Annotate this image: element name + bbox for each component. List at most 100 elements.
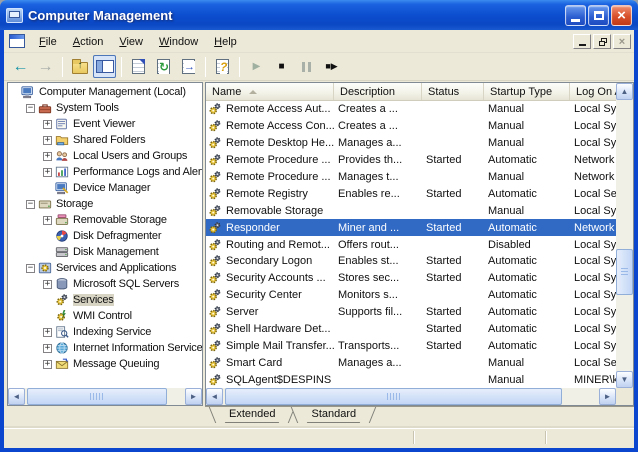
tree-expander-icon[interactable]: +	[43, 216, 52, 225]
tree-item[interactable]: + Message Queuing	[8, 356, 202, 372]
minimize-button[interactable]	[565, 5, 586, 26]
view-tab[interactable]: Extended	[217, 407, 287, 423]
Security Accounts ...[interactable]: Security Accounts ... Stores sec... Star…	[206, 270, 616, 287]
tree-expander-icon[interactable]: −	[26, 264, 35, 273]
maximize-button[interactable]	[588, 5, 609, 26]
Remote Procedure ...[interactable]: Remote Procedure ... Manages t... Manual…	[206, 169, 616, 186]
tree-expander-icon[interactable]: +	[43, 152, 52, 161]
tree-item[interactable]: Disk Defragmenter	[8, 228, 202, 244]
tree-item[interactable]: Services	[8, 292, 202, 308]
menu-item[interactable]: Window	[151, 33, 206, 51]
startup-type-cell: Manual	[484, 357, 570, 369]
Remote Access Con...[interactable]: Remote Access Con... Creates a ... Manua…	[206, 118, 616, 135]
pause-service-button[interactable]	[295, 55, 318, 78]
back-button[interactable]: ←	[9, 55, 32, 78]
tree-item[interactable]: WMI Control	[8, 308, 202, 324]
tree-expander-icon[interactable]: +	[43, 120, 52, 129]
tree-item[interactable]: + Shared Folders	[8, 132, 202, 148]
Secondary Logon[interactable]: Secondary Logon Enables st... Started Au…	[206, 253, 616, 270]
view-tab[interactable]: Standard	[299, 407, 368, 423]
scrollbar-thumb[interactable]	[27, 388, 167, 405]
column-header[interactable]: Description	[334, 83, 422, 100]
scroll-down-button[interactable]: ▼	[616, 371, 633, 388]
tree-expander-icon[interactable]: −	[26, 200, 35, 209]
scroll-left-button[interactable]: ◄	[206, 388, 223, 405]
menu-item[interactable]: Action	[65, 33, 112, 51]
console-window-icon[interactable]	[9, 34, 25, 48]
tree-horizontal-scrollbar[interactable]: ◄ ►	[8, 388, 202, 405]
Remote Procedure ...[interactable]: Remote Procedure ... Provides th... Star…	[206, 152, 616, 169]
tree-expander-icon[interactable]: +	[43, 360, 52, 369]
export-list-button[interactable]	[177, 55, 200, 78]
tree-item[interactable]: + Microsoft SQL Servers	[8, 276, 202, 292]
child-minimize-button[interactable]	[573, 34, 591, 49]
tree-item[interactable]: + Event Viewer	[8, 116, 202, 132]
tree-expander-icon[interactable]: +	[43, 136, 52, 145]
SQLAgent$DESPINS[interactable]: SQLAgent$DESPINS Manual MINER\ki	[206, 371, 616, 388]
forward-button[interactable]: →	[34, 55, 57, 78]
column-header[interactable]: Startup Type	[484, 83, 570, 100]
Smart Card[interactable]: Smart Card Manages a... Manual Local Ser	[206, 354, 616, 371]
menu-item[interactable]: View	[111, 33, 151, 51]
tree-item[interactable]: Device Manager	[8, 180, 202, 196]
column-header[interactable]: Name	[206, 83, 334, 100]
Shell Hardware Det...[interactable]: Shell Hardware Det... Started Automatic …	[206, 321, 616, 338]
Remote Access Aut...[interactable]: Remote Access Aut... Creates a ... Manua…	[206, 101, 616, 118]
scroll-right-button[interactable]: ►	[599, 388, 616, 405]
properties-button[interactable]	[127, 55, 150, 78]
tree-expander-icon[interactable]: −	[26, 104, 35, 113]
refresh-button[interactable]	[152, 55, 175, 78]
tree-item[interactable]: + Internet Information Service	[8, 340, 202, 356]
title-bar[interactable]: Computer Management ×	[0, 0, 638, 30]
help-button[interactable]	[211, 55, 234, 78]
close-button[interactable]: ×	[611, 5, 632, 26]
column-header-label: Startup Type	[490, 86, 552, 98]
tree-expander-icon[interactable]: +	[43, 344, 52, 353]
tree-item[interactable]: − System Tools	[8, 100, 202, 116]
vertical-scrollbar[interactable]: ▲ ▼	[616, 83, 633, 388]
scroll-right-button[interactable]: ►	[185, 388, 202, 405]
restart-service-button[interactable]: ■▶	[320, 55, 343, 78]
scrollbar-corner	[616, 388, 633, 405]
Simple Mail Transfer...[interactable]: Simple Mail Transfer... Transports... St…	[206, 337, 616, 354]
tree-item[interactable]: + Removable Storage	[8, 212, 202, 228]
list-horizontal-scrollbar[interactable]: ◄ ►	[206, 388, 616, 405]
log-on-as-cell: Local Sys	[570, 205, 616, 217]
menu-item[interactable]: File	[31, 33, 65, 51]
tree-item[interactable]: − Services and Applications	[8, 260, 202, 276]
tree-item[interactable]: + Performance Logs and Alerts	[8, 164, 202, 180]
tree-item[interactable]: Computer Management (Local)	[8, 84, 202, 100]
column-header[interactable]: Log On A	[570, 83, 616, 100]
Remote Registry[interactable]: Remote Registry Enables re... Started Au…	[206, 185, 616, 202]
stop-service-button[interactable]: ■	[270, 55, 293, 78]
scrollbar-thumb[interactable]	[616, 249, 633, 295]
description-cell: Enables re...	[334, 188, 422, 200]
start-service-button[interactable]: ▶	[245, 55, 268, 78]
Responder[interactable]: Responder Miner and ... Started Automati…	[206, 219, 616, 236]
tree-item[interactable]: + Local Users and Groups	[8, 148, 202, 164]
scrollbar-thumb[interactable]	[225, 388, 562, 405]
show-hide-console-tree-button[interactable]	[93, 55, 116, 78]
column-header-label: Description	[340, 86, 395, 98]
scroll-left-button[interactable]: ◄	[8, 388, 25, 405]
Security Center[interactable]: Security Center Monitors s... Automatic …	[206, 287, 616, 304]
tree-expander-icon[interactable]: +	[43, 168, 52, 177]
scroll-up-button[interactable]: ▲	[616, 83, 633, 100]
tree-item[interactable]: − Storage	[8, 196, 202, 212]
child-close-button[interactable]: ×	[613, 34, 631, 49]
Remote Desktop He...[interactable]: Remote Desktop He... Manages a... Manual…	[206, 135, 616, 152]
menu-item[interactable]: Help	[206, 33, 245, 51]
child-restore-button[interactable]	[593, 34, 611, 49]
tree-item[interactable]: Disk Management	[8, 244, 202, 260]
Server[interactable]: Server Supports fil... Started Automatic…	[206, 304, 616, 321]
up-one-level-button[interactable]	[68, 55, 91, 78]
tree-item[interactable]: + Indexing Service	[8, 324, 202, 340]
gear-icon	[208, 119, 223, 133]
service-name: Smart Card	[226, 357, 282, 369]
log-on-as-cell: Local Sys	[570, 289, 616, 301]
Removable Storage[interactable]: Removable Storage Manual Local Sys	[206, 202, 616, 219]
tree-expander-icon[interactable]: +	[43, 328, 52, 337]
Routing and Remot...[interactable]: Routing and Remot... Offers rout... Disa…	[206, 236, 616, 253]
column-header[interactable]: Status	[422, 83, 484, 100]
tree-expander-icon[interactable]: +	[43, 280, 52, 289]
